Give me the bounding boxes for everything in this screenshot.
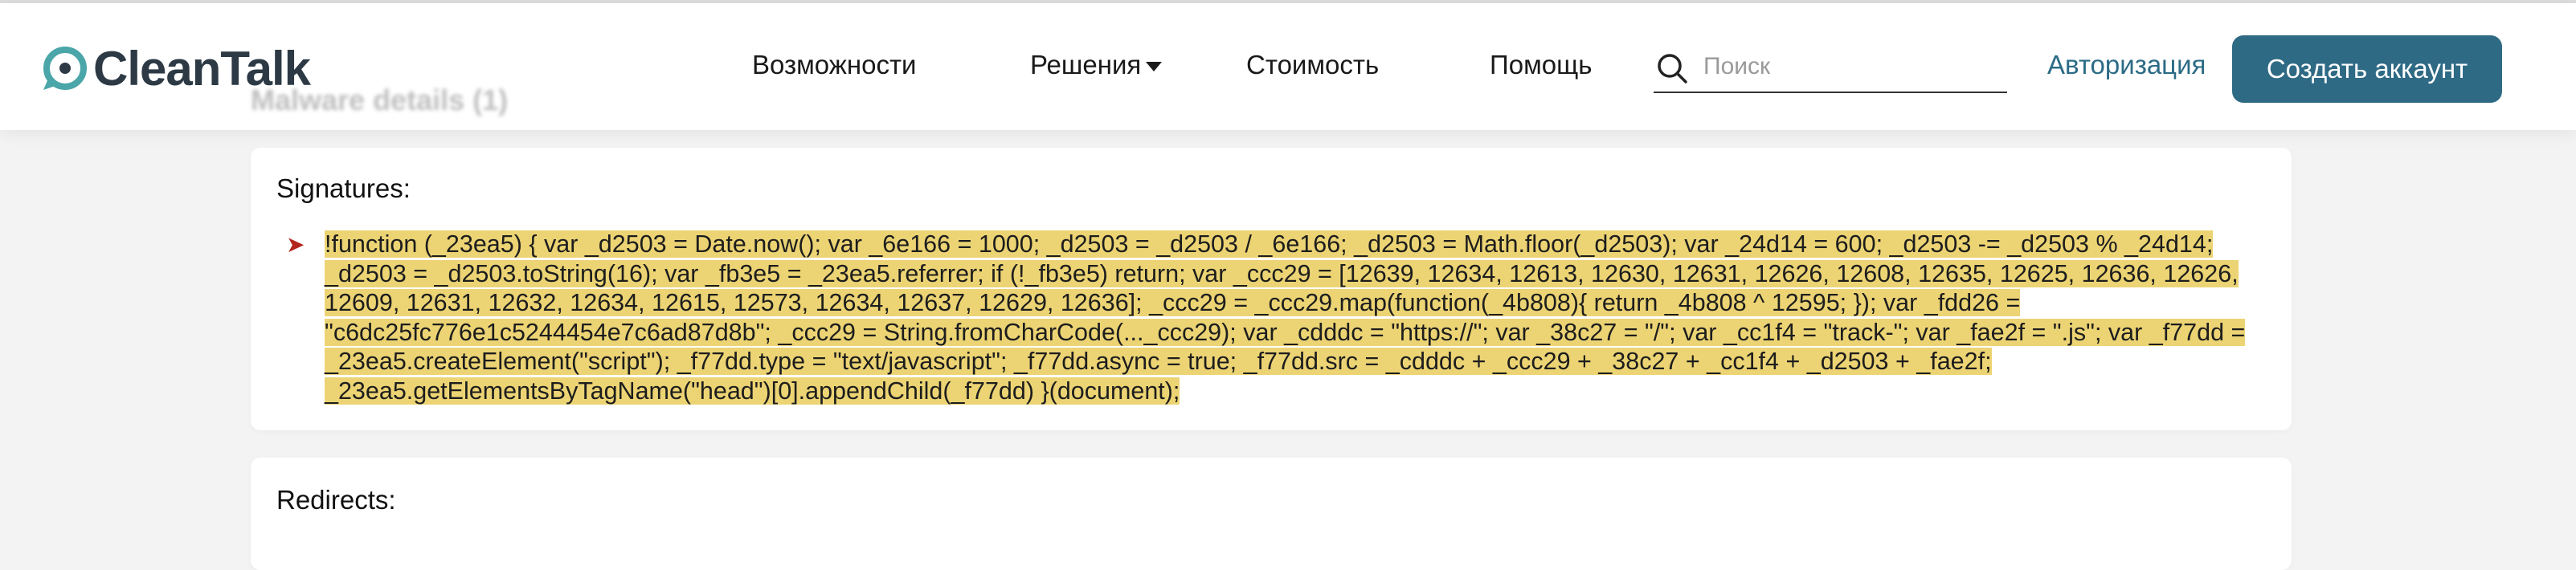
- caret-down-icon: [1146, 62, 1163, 72]
- create-account-button[interactable]: Создать аккаунт: [2232, 35, 2502, 103]
- signature-code-text: !function (_23ea5) { var _d2503 = Date.n…: [325, 230, 2246, 405]
- arrow-right-icon: ➤: [286, 232, 305, 257]
- nav-help[interactable]: Помощь: [1490, 50, 1592, 80]
- page-title-blurred: Malware details (1): [251, 83, 509, 116]
- nav-pricing[interactable]: Стоимость: [1246, 50, 1379, 80]
- signature-code: !function (_23ea5) { var _d2503 = Date.n…: [325, 230, 2285, 406]
- search-icon[interactable]: [1655, 51, 1689, 89]
- login-link[interactable]: Авторизация: [2047, 50, 2206, 80]
- redirects-title: Redirects:: [276, 485, 396, 515]
- redirects-card: Redirects:: [251, 458, 2292, 570]
- cleantalk-logo-icon: [42, 45, 88, 92]
- nav-features[interactable]: Возможности: [752, 50, 917, 80]
- search-box: [1654, 45, 2007, 93]
- nav-solutions[interactable]: Решения: [1030, 50, 1163, 80]
- nav-solutions-label: Решения: [1030, 50, 1142, 79]
- search-input[interactable]: [1702, 50, 2002, 83]
- signatures-card: Signatures: ➤ !function (_23ea5) { var _…: [251, 148, 2292, 430]
- signatures-title: Signatures:: [276, 173, 411, 203]
